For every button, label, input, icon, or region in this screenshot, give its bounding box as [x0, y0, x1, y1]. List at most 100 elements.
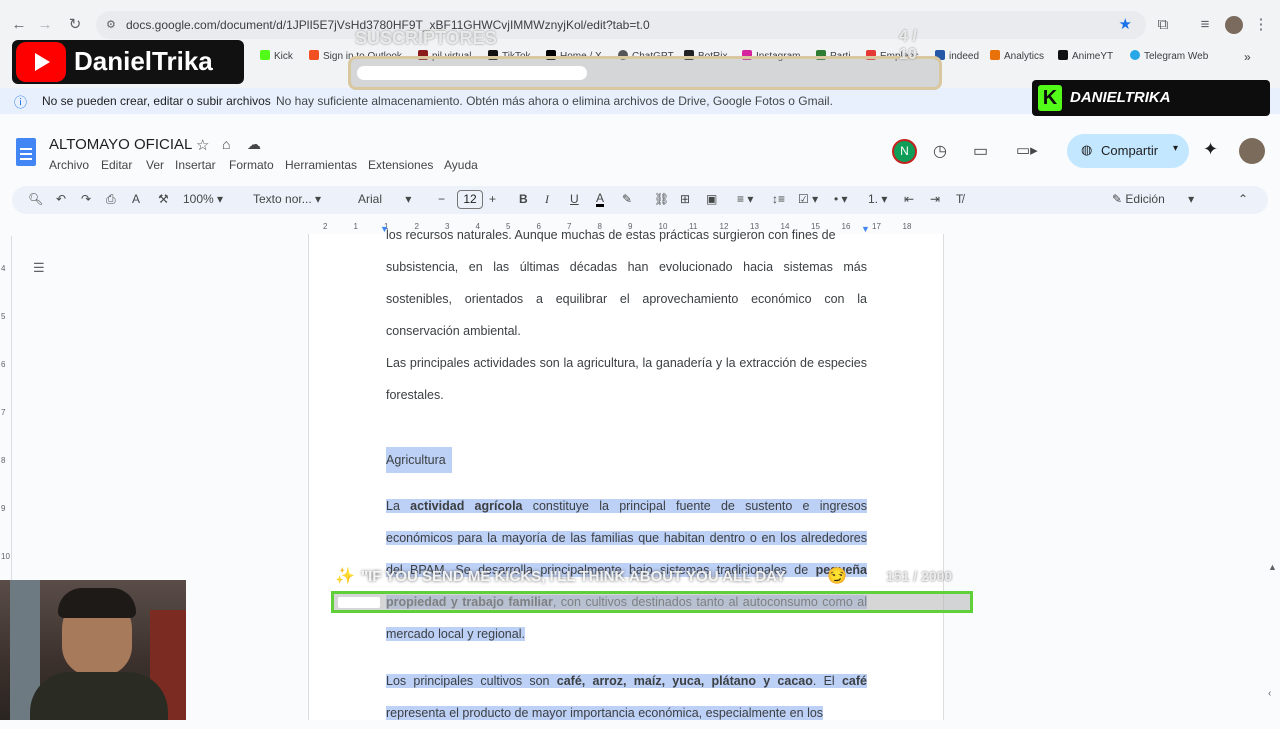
- bookmark-kick[interactable]: Kick: [260, 50, 293, 62]
- search-icon[interactable]: 🔍︎: [28, 192, 43, 206]
- comment-icon[interactable]: ⊞: [680, 192, 690, 206]
- site-info-icon[interactable]: ⚙: [106, 18, 116, 31]
- document-page[interactable]: los recursos naturales. Aunque muchas de…: [308, 228, 944, 720]
- ruler-tick-label: 17: [872, 222, 881, 231]
- kick-username: DANIELTRIKA: [1070, 89, 1171, 106]
- clear-format-icon[interactable]: T̸: [956, 192, 963, 206]
- subscribers-goal-bar: SUSCRIPTORES 4 / 10: [348, 28, 942, 90]
- share-button[interactable]: ◍ Compartir ▾: [1067, 134, 1189, 168]
- kick-badge: K DANIELTRIKA: [1032, 80, 1270, 116]
- vruler-tick-label: 9: [1, 504, 6, 513]
- zoom-select[interactable]: 100% ▾: [183, 192, 223, 206]
- docs-logo-icon[interactable]: [16, 138, 36, 166]
- sparkle-icon: ✨: [335, 568, 355, 585]
- star-icon[interactable]: ☆: [196, 136, 209, 154]
- menu-ver[interactable]: Ver: [146, 158, 164, 172]
- media-icon[interactable]: ≡: [1196, 16, 1214, 34]
- outline-icon[interactable]: ☰: [33, 260, 45, 276]
- menu-archivo[interactable]: Archivo: [49, 158, 89, 172]
- kick-logo-icon: K: [1038, 85, 1062, 111]
- extensions-icon[interactable]: ⧉: [1154, 16, 1172, 34]
- history-icon[interactable]: ◷: [933, 141, 947, 161]
- vruler-tick-label: 10: [1, 552, 10, 561]
- increase-indent-icon[interactable]: ⇥: [930, 192, 940, 206]
- share-dropdown-icon[interactable]: ▾: [1173, 143, 1178, 154]
- menu-insertar[interactable]: Insertar: [175, 158, 216, 172]
- editing-mode-select[interactable]: ✎ Edición ▾: [1112, 192, 1194, 206]
- font-size-input[interactable]: 12: [457, 190, 483, 209]
- decrease-size-icon[interactable]: −: [438, 192, 445, 206]
- bullet-list-icon[interactable]: • ▾: [834, 192, 848, 206]
- expand-icon[interactable]: ‹: [1268, 688, 1271, 699]
- decrease-indent-icon[interactable]: ⇤: [904, 192, 914, 206]
- highlight-icon[interactable]: ✎: [622, 192, 632, 206]
- undo-icon[interactable]: ↶: [56, 192, 66, 206]
- webcam-feed: [0, 580, 186, 720]
- warning-title: No se pueden crear, editar o subir archi…: [42, 94, 271, 108]
- account-avatar[interactable]: [1239, 138, 1265, 164]
- ruler-tick-label: 18: [902, 222, 912, 231]
- link-icon[interactable]: ⛓: [654, 192, 669, 206]
- user-avatar[interactable]: N: [892, 139, 917, 164]
- vruler-tick-label: 6: [1, 360, 6, 369]
- bookmark-telegram[interactable]: Telegram Web: [1130, 50, 1208, 62]
- logo-text: DanielTrika: [74, 46, 213, 76]
- redo-icon[interactable]: ↷: [81, 192, 91, 206]
- align-icon[interactable]: ≡ ▾: [737, 192, 753, 206]
- reload-icon[interactable]: ↻: [66, 16, 84, 34]
- forward-icon[interactable]: →: [36, 16, 54, 34]
- warning-message[interactable]: No hay suficiente almacenamiento. Obtén …: [276, 94, 833, 108]
- checklist-icon[interactable]: ☑ ▾: [798, 192, 818, 206]
- spellcheck-icon[interactable]: A: [132, 192, 140, 206]
- bookmark-indeed[interactable]: indeed: [935, 50, 979, 62]
- menu-ayuda[interactable]: Ayuda: [444, 158, 478, 172]
- underline-icon[interactable]: U: [570, 192, 579, 206]
- kicks-message: "IF YOU SEND ME KICKS, I'LL THINK ABOUT …: [361, 568, 786, 585]
- bookmark-star-icon[interactable]: ★: [1119, 15, 1132, 33]
- menu-extensiones[interactable]: Extensiones: [368, 158, 433, 172]
- globe-icon: ◍: [1081, 142, 1093, 157]
- italic-icon[interactable]: I: [545, 192, 549, 207]
- collapse-icon[interactable]: ⌃: [1238, 192, 1248, 206]
- numbered-list-icon[interactable]: 1. ▾: [868, 192, 887, 206]
- kick-icon: [260, 50, 270, 60]
- subs-label: SUSCRIPTORES: [355, 28, 497, 48]
- subs-count: 4 / 10: [899, 28, 917, 63]
- cloud-status-icon[interactable]: ☁: [247, 136, 261, 153]
- line-spacing-icon[interactable]: ↕≡: [772, 192, 785, 206]
- heading-agricultura: Agricultura: [386, 444, 867, 476]
- bookmark-animeyt[interactable]: AnimeYT: [1058, 50, 1113, 62]
- vruler-tick-label: 8: [1, 456, 6, 465]
- comments-icon[interactable]: ▭: [973, 141, 988, 161]
- print-icon[interactable]: ⎙: [106, 192, 116, 207]
- move-folder-icon[interactable]: ⌂: [222, 136, 230, 152]
- bookmark-analytics[interactable]: Analytics: [990, 50, 1044, 62]
- menu-formato[interactable]: Formato: [229, 158, 274, 172]
- meet-icon[interactable]: ▭▸: [1016, 141, 1038, 159]
- paragraph-4: Los principales cultivos son café, arroz…: [386, 674, 867, 720]
- doc-title[interactable]: ALTOMAYO OFICIAL: [49, 136, 192, 153]
- vruler-tick-label: 4: [1, 264, 6, 273]
- scrollbar[interactable]: ▲ ‹: [1266, 236, 1280, 720]
- text-color-icon[interactable]: A: [596, 192, 605, 207]
- menu-editar[interactable]: Editar: [101, 158, 132, 172]
- paint-format-icon[interactable]: ⚒: [158, 192, 169, 206]
- menu-icon[interactable]: ⋮: [1252, 16, 1270, 34]
- profile-avatar[interactable]: [1225, 16, 1243, 34]
- telegram-icon: [1130, 50, 1140, 60]
- font-select[interactable]: Arial ▾: [358, 192, 411, 206]
- paragraph-2: Las principales actividades son la agric…: [386, 356, 867, 402]
- more-bookmarks-icon[interactable]: »: [1244, 50, 1251, 64]
- style-select[interactable]: Texto nor... ▾: [253, 192, 321, 206]
- gemini-icon[interactable]: ✦: [1203, 139, 1218, 160]
- back-icon[interactable]: ←: [10, 16, 28, 34]
- bold-icon[interactable]: B: [519, 192, 528, 206]
- danieltrika-logo: DanielTrika: [12, 40, 244, 84]
- image-icon[interactable]: ▣: [706, 192, 717, 206]
- info-icon: ⓘ: [14, 95, 28, 110]
- menu-herramientas[interactable]: Herramientas: [285, 158, 357, 172]
- address-bar[interactable]: ⚙ docs.google.com/document/d/1JPlI5E7jVs…: [96, 11, 1146, 39]
- animeyt-icon: [1058, 50, 1068, 60]
- kicks-goal-bar: [331, 591, 973, 613]
- increase-size-icon[interactable]: +: [489, 192, 496, 206]
